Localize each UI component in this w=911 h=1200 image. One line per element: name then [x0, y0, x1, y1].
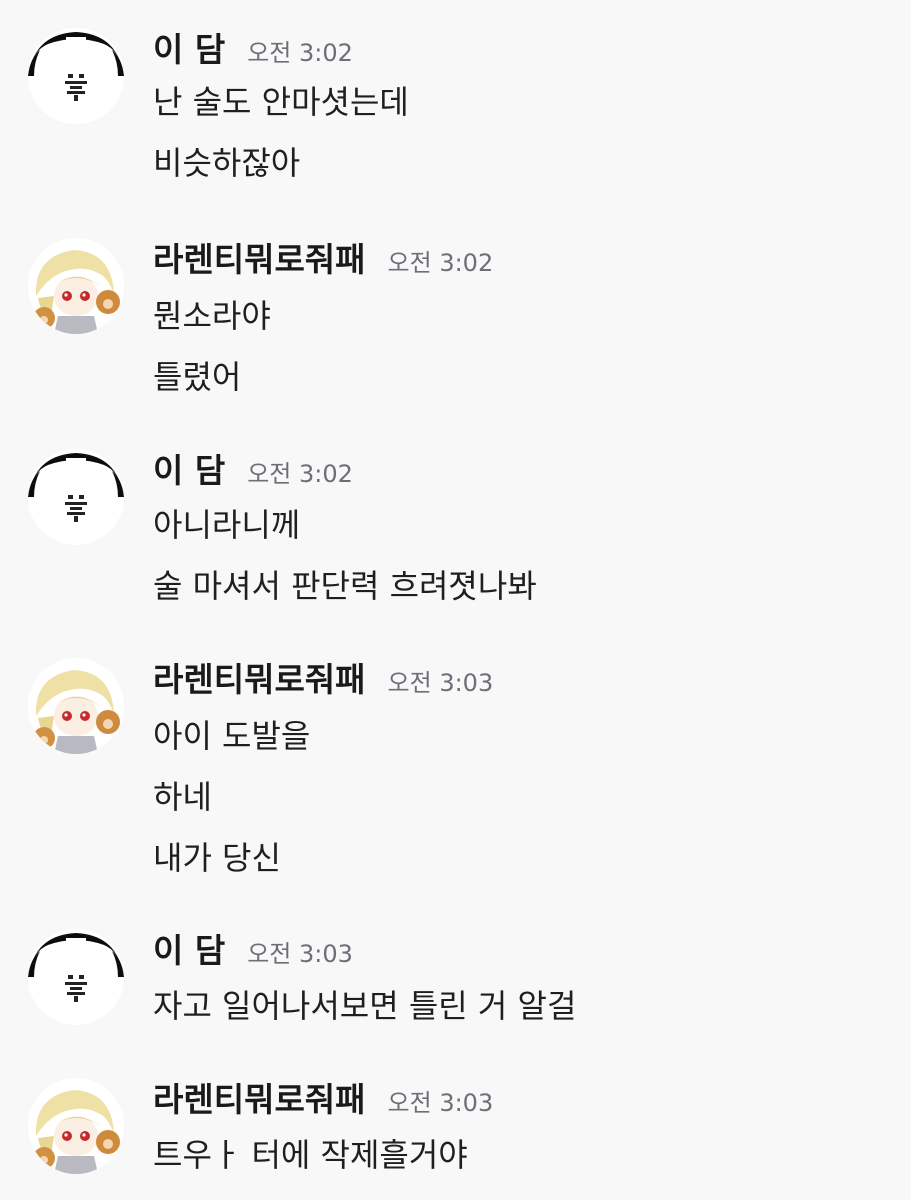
avatar[interactable]: [28, 1078, 124, 1174]
message-header: 이 담 오전 3:02: [153, 28, 353, 72]
message-text: 난 술도 안마셧는데: [153, 83, 409, 121]
message-text: 트우ㅏ 터에 작제흘거야: [153, 1136, 468, 1174]
avatar[interactable]: [28, 658, 124, 754]
message-text: 하네: [153, 778, 212, 816]
timestamp: 오전 3:02: [247, 39, 353, 67]
timestamp: 오전 3:03: [247, 940, 353, 968]
blonde-chibi-avatar-icon: [28, 1078, 124, 1174]
author-name[interactable]: 이 담: [153, 449, 225, 493]
blonde-chibi-avatar-icon: [28, 238, 124, 334]
message-text: 비슷하잖아: [153, 144, 301, 182]
message-text: 뭔소라야: [153, 297, 271, 335]
message-text: 술 마셔서 판단력 흐려졋나봐: [153, 567, 537, 605]
black-hood-sticker-avatar-icon: [28, 449, 124, 545]
message-header: 라렌티뭐로줘패 오전 3:02: [153, 238, 493, 282]
black-hood-sticker-avatar-icon: [28, 28, 124, 124]
chat-message-list: 이 담 오전 3:02 난 술도 안마셧는데 비슷하잖아 라렌티뭐로줘패 오전 …: [0, 0, 911, 1200]
avatar[interactable]: [28, 238, 124, 334]
message-text: 아이 도발을: [153, 717, 311, 755]
message-header: 라렌티뭐로줘패 오전 3:03: [153, 658, 493, 702]
message-text: 아니라니께: [153, 506, 301, 544]
blonde-chibi-avatar-icon: [28, 658, 124, 754]
author-name[interactable]: 이 담: [153, 929, 225, 973]
author-name[interactable]: 라렌티뭐로줘패: [153, 238, 366, 282]
message-header: 이 담 오전 3:02: [153, 449, 353, 493]
message-header: 이 담 오전 3:03: [153, 929, 353, 973]
timestamp: 오전 3:03: [387, 669, 494, 697]
timestamp: 오전 3:02: [387, 249, 494, 277]
author-name[interactable]: 이 담: [153, 28, 225, 72]
timestamp: 오전 3:02: [247, 460, 353, 488]
timestamp: 오전 3:03: [387, 1089, 494, 1117]
avatar[interactable]: [28, 28, 124, 124]
message-header: 라렌티뭐로줘패 오전 3:03: [153, 1078, 493, 1122]
message-text: 틀렸어: [153, 358, 242, 396]
avatar[interactable]: [28, 929, 124, 1025]
author-name[interactable]: 라렌티뭐로줘패: [153, 658, 366, 702]
author-name[interactable]: 라렌티뭐로줘패: [153, 1078, 366, 1122]
avatar[interactable]: [28, 449, 124, 545]
message-text: 내가 당신: [153, 839, 281, 877]
message-text: 자고 일어나서보면 틀린 거 알걸: [153, 987, 577, 1025]
black-hood-sticker-avatar-icon: [28, 929, 124, 1025]
